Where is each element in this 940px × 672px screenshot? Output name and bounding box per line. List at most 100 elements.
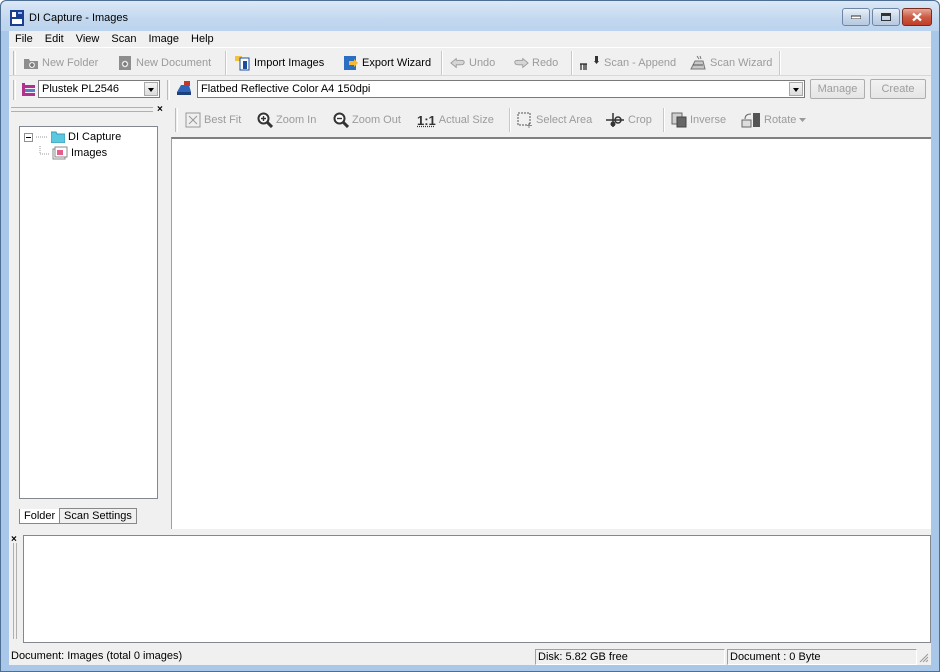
zoom-out-button[interactable]: Zoom Out (333, 109, 401, 131)
toolbar-grip[interactable] (175, 108, 178, 132)
thumbnail-view[interactable] (23, 535, 931, 643)
new-folder-icon (24, 59, 38, 69)
maximize-icon (881, 13, 891, 21)
tree-item-di-capture[interactable]: DI Capture (24, 129, 121, 145)
maximize-button[interactable] (872, 8, 900, 26)
manage-button[interactable]: Manage (810, 79, 865, 99)
folder-panel: × DI Capture Images Folder Scan Settings (9, 103, 167, 529)
zoom-out-icon (333, 112, 349, 128)
zoom-in-button[interactable]: Zoom In (257, 109, 316, 131)
zoom-in-icon (257, 112, 273, 128)
undo-icon (450, 57, 465, 69)
toolbar-grip[interactable] (167, 80, 170, 100)
minimize-button[interactable] (842, 8, 870, 26)
new-document-button[interactable]: New Document (117, 52, 211, 74)
title-bar[interactable]: DI Capture - Images (1, 1, 939, 31)
scanner-select[interactable]: Plustek PL2546 (38, 80, 160, 98)
panel-drag-handle[interactable] (13, 543, 17, 639)
tree-item-label: DI Capture (68, 131, 122, 143)
rotate-icon (741, 113, 760, 128)
collapse-icon[interactable] (24, 132, 33, 142)
tree-line (39, 146, 49, 155)
select-area-button[interactable]: Select Area (517, 109, 592, 131)
scan-append-button[interactable]: Scan - Append (579, 52, 676, 74)
status-disk: Disk: 5.82 GB free (535, 649, 725, 665)
menu-file[interactable]: File (9, 31, 39, 47)
import-images-button[interactable]: Import Images (235, 52, 324, 74)
tab-scan-settings[interactable]: Scan Settings (59, 508, 137, 524)
close-button[interactable] (902, 8, 932, 26)
import-images-icon (235, 56, 250, 71)
scan-append-icon (580, 56, 599, 70)
folder-tree: DI Capture Images (19, 126, 158, 499)
toolbar-separator (571, 51, 573, 75)
dropdown-arrow-icon[interactable] (799, 118, 807, 122)
panel-drag-handle[interactable] (11, 107, 153, 112)
tree-item-label: Images (71, 147, 108, 159)
actual-size-icon: 1:1 (417, 112, 436, 128)
crop-button[interactable]: Crop (605, 109, 652, 131)
undo-label: Undo (469, 57, 496, 69)
chevron-down-icon[interactable] (789, 82, 803, 96)
scan-wizard-label: Scan Wizard (710, 57, 773, 69)
zoom-in-label: Zoom In (276, 114, 317, 126)
status-document: Document: Images (total 0 images) (11, 650, 183, 662)
inverse-label: Inverse (690, 114, 727, 126)
scanner-icon (22, 83, 35, 96)
client-area: File Edit View Scan Image Help New Folde… (9, 31, 931, 665)
scanner-toolbar: Plustek PL2546 Flatbed Reflective Color … (9, 77, 931, 103)
toolbar-separator (663, 108, 665, 132)
thumbnail-panel: × (9, 531, 931, 643)
inverse-icon (671, 112, 687, 128)
tree-line (36, 136, 48, 138)
new-folder-button[interactable]: New Folder (23, 52, 98, 74)
best-fit-icon (185, 112, 201, 128)
menu-bar: File Edit View Scan Image Help (9, 31, 931, 47)
menu-view[interactable]: View (70, 31, 106, 47)
scan-append-label: Scan - Append (604, 57, 677, 69)
crop-label: Crop (628, 114, 652, 126)
redo-button[interactable]: Redo (513, 52, 558, 74)
rotate-button[interactable]: Rotate (741, 109, 807, 131)
tree-item-images[interactable]: Images (39, 145, 108, 161)
rotate-label: Rotate (764, 114, 797, 126)
toolbar-grip[interactable] (13, 51, 16, 75)
scan-profile-icon (177, 81, 191, 95)
actual-size-button[interactable]: 1:1 Actual Size (417, 109, 494, 131)
menu-edit[interactable]: Edit (39, 31, 70, 47)
toolbar-separator (441, 51, 443, 75)
scan-profile-select[interactable]: Flatbed Reflective Color A4 150dpi (197, 80, 805, 98)
scan-profile-select-value: Flatbed Reflective Color A4 150dpi (201, 83, 371, 95)
resize-grip-icon[interactable] (919, 653, 929, 663)
scanner-select-value: Plustek PL2546 (42, 83, 120, 95)
app-icon (10, 10, 24, 26)
zoom-out-label: Zoom Out (352, 114, 401, 126)
export-wizard-label: Export Wizard (362, 57, 432, 69)
best-fit-button[interactable]: Best Fit (185, 109, 241, 131)
menu-image[interactable]: Image (142, 31, 185, 47)
toolbar-separator (779, 51, 781, 75)
toolbar-separator (225, 51, 227, 75)
menu-help[interactable]: Help (185, 31, 220, 47)
main-toolbar: New Folder New Document Import Images Ex (9, 47, 931, 76)
chevron-down-icon[interactable] (144, 82, 158, 96)
export-wizard-button[interactable]: Export Wizard (343, 52, 431, 74)
scan-wizard-button[interactable]: Scan Wizard (689, 52, 772, 74)
status-size: Document : 0 Byte (727, 649, 917, 665)
create-button[interactable]: Create (870, 79, 926, 99)
crop-icon (606, 113, 624, 127)
toolbar-grip[interactable] (13, 80, 16, 100)
panel-tabs: Folder Scan Settings (11, 508, 167, 529)
tab-folder[interactable]: Folder (19, 509, 61, 524)
menu-scan[interactable]: Scan (105, 31, 142, 47)
toolbar-separator (509, 108, 511, 132)
close-icon[interactable]: × (157, 104, 163, 115)
select-area-icon (517, 112, 532, 128)
image-canvas[interactable] (171, 137, 931, 529)
undo-button[interactable]: Undo (450, 52, 495, 74)
app-window: DI Capture - Images File Edit View Scan … (0, 0, 940, 672)
window-title: DI Capture - Images (29, 12, 129, 24)
import-images-label: Import Images (254, 57, 325, 69)
inverse-button[interactable]: Inverse (671, 109, 726, 131)
redo-icon (514, 57, 529, 69)
